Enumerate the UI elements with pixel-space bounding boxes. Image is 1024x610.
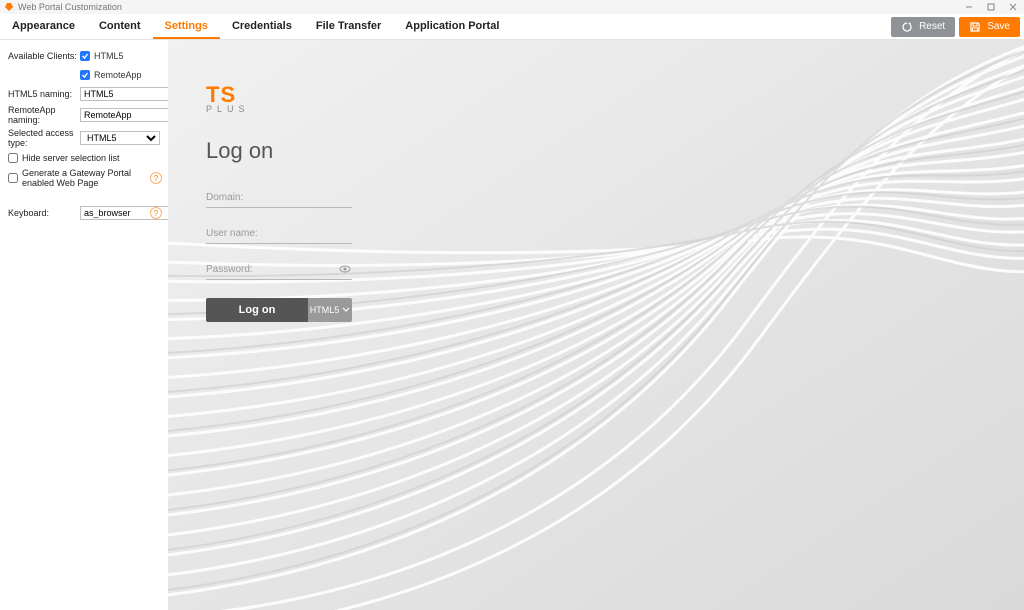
password-row	[206, 258, 352, 280]
tab-credentials[interactable]: Credentials	[220, 14, 304, 39]
reset-icon	[901, 21, 913, 33]
top-actions: Reset Save	[891, 14, 1024, 39]
help-icon[interactable]: ?	[150, 172, 162, 184]
preview-pane: TS PLUS Log on Log on HTML5	[168, 40, 1024, 610]
label-hide-server: Hide server selection list	[22, 153, 120, 163]
row-selected-access: Selected access type: HTML5	[8, 128, 160, 148]
checkbox-hide-server[interactable]	[8, 153, 18, 163]
tab-file-transfer[interactable]: File Transfer	[304, 14, 393, 39]
logo-bottom: PLUS	[206, 104, 386, 114]
window-title: Web Portal Customization	[18, 2, 122, 12]
label-available-clients: Available Clients:	[8, 51, 80, 61]
protocol-dropdown[interactable]: HTML5	[308, 298, 352, 322]
tab-content[interactable]: Content	[87, 14, 153, 39]
minimize-button[interactable]	[958, 0, 980, 14]
login-title: Log on	[206, 138, 386, 164]
chevron-down-icon	[342, 306, 350, 314]
login-card: TS PLUS Log on Log on HTML5	[206, 86, 386, 322]
row-available-clients: Available Clients: HTML5	[8, 48, 160, 64]
tab-application-portal[interactable]: Application Portal	[393, 14, 511, 39]
login-button[interactable]: Log on	[206, 298, 308, 322]
domain-input[interactable]	[206, 186, 352, 208]
label-gateway-portal: Generate a Gateway Portal enabled Web Pa…	[22, 168, 160, 188]
label-remoteapp-naming: RemoteApp naming:	[8, 105, 80, 125]
row-html5-naming: HTML5 naming:	[8, 86, 160, 102]
row-hide-server: Hide server selection list	[8, 151, 160, 165]
row-keyboard: Keyboard: ?	[8, 205, 160, 221]
checkbox-html5[interactable]	[80, 51, 90, 61]
row-gateway-portal: Generate a Gateway Portal enabled Web Pa…	[8, 168, 160, 188]
label-client-remoteapp: RemoteApp	[94, 70, 142, 80]
protocol-label: HTML5	[310, 305, 340, 315]
settings-panel: Available Clients: HTML5 RemoteApp HTML5…	[0, 40, 168, 610]
app-icon	[4, 2, 14, 12]
label-html5-naming: HTML5 naming:	[8, 89, 80, 99]
row-remoteapp-naming: RemoteApp naming:	[8, 105, 160, 125]
login-row: Log on HTML5	[206, 298, 352, 322]
label-selected-access: Selected access type:	[8, 128, 80, 148]
maximize-button[interactable]	[980, 0, 1002, 14]
select-access-type[interactable]: HTML5	[80, 131, 160, 145]
help-icon[interactable]: ?	[150, 207, 162, 219]
window-controls	[958, 0, 1024, 14]
save-button[interactable]: Save	[959, 17, 1020, 37]
tabs: Appearance Content Settings Credentials …	[0, 14, 511, 39]
label-keyboard: Keyboard:	[8, 208, 80, 218]
username-input[interactable]	[206, 222, 352, 244]
reset-button[interactable]: Reset	[891, 17, 955, 37]
tab-appearance[interactable]: Appearance	[0, 14, 87, 39]
label-client-html5: HTML5	[94, 51, 124, 61]
tsplus-logo: TS PLUS	[206, 86, 386, 114]
checkbox-gateway-portal[interactable]	[8, 173, 18, 183]
close-button[interactable]	[1002, 0, 1024, 14]
eye-icon[interactable]	[338, 262, 352, 276]
logo-top: TS	[206, 86, 386, 104]
save-label: Save	[987, 21, 1010, 32]
password-input[interactable]	[206, 258, 352, 280]
tab-settings[interactable]: Settings	[153, 14, 220, 39]
reset-label: Reset	[919, 21, 945, 32]
row-client-remoteapp: RemoteApp	[8, 67, 160, 83]
save-icon	[969, 21, 981, 33]
body: Available Clients: HTML5 RemoteApp HTML5…	[0, 40, 1024, 610]
window-titlebar: Web Portal Customization	[0, 0, 1024, 14]
topbar: Appearance Content Settings Credentials …	[0, 14, 1024, 40]
checkbox-remoteapp[interactable]	[80, 70, 90, 80]
